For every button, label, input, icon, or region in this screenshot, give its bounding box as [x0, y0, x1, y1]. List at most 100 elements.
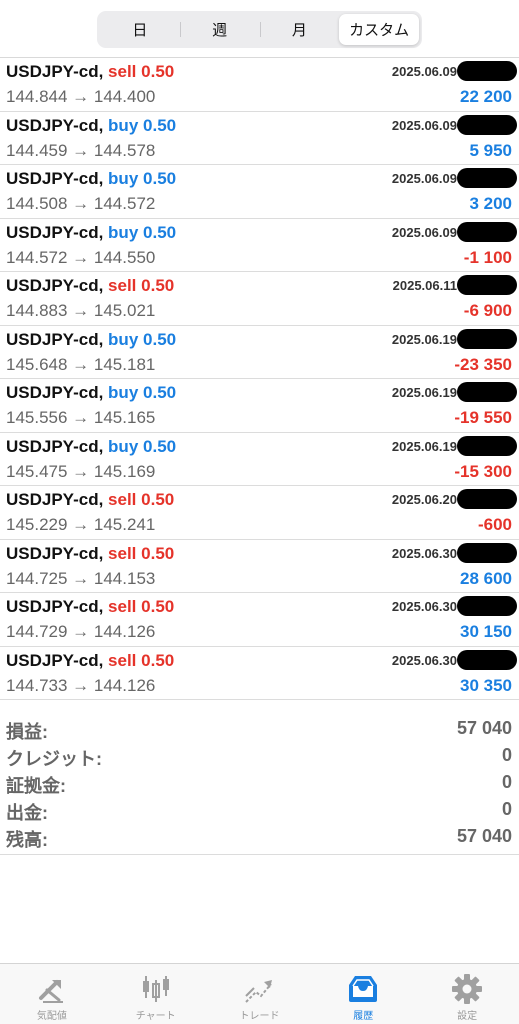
trade-symbol: USDJPY-cd, [6, 436, 104, 456]
redaction-mask [457, 275, 517, 295]
trade-prices: 144.459 → 144.578 [6, 140, 156, 160]
redaction-mask [457, 435, 517, 456]
trade-history-list: USDJPY-cd, sell 0.50 2025.06.09 144.844 → … [0, 58, 519, 700]
trade-title: USDJPY-cd, sell 0.50 [6, 276, 174, 296]
tab-quotes[interactable]: 気配値 [0, 964, 104, 1024]
trade-volume: 0.50 [143, 383, 177, 402]
trade-volume: 0.50 [141, 490, 175, 509]
trade-side: sell [108, 597, 137, 616]
redaction-mask [457, 489, 517, 509]
trade-row[interactable]: USDJPY-cd, sell 0.50 2025.06.09 144.844 → … [0, 58, 519, 112]
trade-date: 2025.06.09 [391, 171, 457, 186]
summary-row: 出金: 0 [0, 796, 519, 823]
trade-row[interactable]: USDJPY-cd, buy 0.50 2025.06.09 144.459 → 1… [0, 112, 519, 165]
segment-day[interactable]: 日 [100, 14, 180, 45]
tab-history[interactable]: 履歴 [311, 964, 415, 1024]
tab-chart[interactable]: チャート [104, 964, 208, 1024]
trade-volume: 0.50 [143, 329, 177, 349]
trade-symbol: USDJPY-cd, [6, 597, 104, 616]
trade-row[interactable]: USDJPY-cd, sell 0.50 2025.06.30 144.729 → … [0, 593, 519, 647]
trade-date: 2025.06.19 [391, 438, 457, 454]
trade-symbol: USDJPY-cd, [6, 383, 104, 402]
redaction-mask [457, 61, 517, 81]
trade-prices: 144.883 → 145.021 [6, 301, 156, 320]
history-icon [349, 976, 378, 1002]
trade-profit: 5 950 [469, 140, 512, 160]
trade-title: USDJPY-cd, sell 0.50 [6, 651, 174, 671]
trade-profit: 30 350 [460, 675, 512, 695]
trade-icon [245, 980, 273, 1003]
trade-profit: -23 350 [454, 354, 512, 374]
trade-title: USDJPY-cd, buy 0.50 [6, 223, 176, 243]
tab-trade[interactable]: トレード [208, 964, 312, 1024]
summary-row: クレジット: 0 [0, 742, 519, 769]
trade-side: buy [108, 222, 139, 242]
trade-profit: 3 200 [469, 194, 512, 213]
summary-value: 0 [501, 745, 512, 765]
trade-profit: 30 150 [460, 622, 512, 641]
bottom-tab-bar: 気配値 チャート トレード 履歴 設定 [0, 963, 519, 1024]
redaction-mask [457, 221, 517, 242]
history-screen: 日 週 月 カスタム USDJPY-cd, sell 0.50 2025.06.0… [0, 0, 519, 1024]
trade-row[interactable]: USDJPY-cd, sell 0.50 2025.06.11 144.883 → … [0, 272, 519, 326]
redaction-mask [457, 328, 517, 349]
trade-row[interactable]: USDJPY-cd, buy 0.50 2025.06.09 144.508 → 1… [0, 165, 519, 219]
trade-prices: 144.725 → 144.153 [6, 568, 156, 588]
summary-row: 残高: 57 040 [0, 823, 519, 850]
trade-prices: 144.508 → 144.572 [6, 194, 156, 213]
trade-prices: 144.844 → 144.400 [6, 87, 156, 106]
trade-side: buy [108, 383, 139, 402]
summary-label: 証拠金: [6, 776, 66, 796]
trade-date: 2025.06.11 [392, 278, 457, 293]
summary-label: 出金: [6, 803, 48, 823]
trade-row[interactable]: USDJPY-cd, buy 0.50 2025.06.19 145.475 → 1… [0, 433, 519, 486]
trade-date: 2025.06.30 [391, 599, 457, 614]
trade-profit: 22 200 [460, 87, 512, 106]
trade-side: buy [108, 329, 139, 349]
trade-title: USDJPY-cd, buy 0.50 [6, 437, 176, 457]
trade-date: 2025.06.09 [391, 224, 457, 240]
tab-settings[interactable]: 設定 [415, 964, 519, 1024]
trade-date: 2025.06.19 [391, 385, 457, 400]
trade-row[interactable]: USDJPY-cd, buy 0.50 2025.06.19 145.556 → 1… [0, 379, 519, 433]
trade-symbol: USDJPY-cd, [6, 490, 104, 509]
trade-date: 2025.06.30 [391, 652, 457, 668]
segment-week[interactable]: 週 [179, 14, 260, 45]
redaction-mask [457, 596, 517, 616]
trade-title: USDJPY-cd, sell 0.50 [6, 597, 174, 617]
trade-profit: -1 100 [463, 247, 512, 267]
trade-profit: 28 600 [460, 568, 512, 588]
trade-side: sell [108, 543, 137, 563]
trade-title: USDJPY-cd, sell 0.50 [6, 62, 174, 82]
trade-volume: 0.50 [141, 276, 175, 295]
trade-side: buy [108, 115, 139, 135]
redaction-mask [457, 649, 517, 670]
trade-row[interactable]: USDJPY-cd, sell 0.50 2025.06.30 144.725 → … [0, 540, 519, 593]
trade-title: USDJPY-cd, buy 0.50 [6, 330, 176, 350]
account-summary: 損益: 57 040 クレジット: 0 証拠金: 0 出金: 0 残高: 57 040 [0, 715, 519, 855]
trade-symbol: USDJPY-cd, [6, 276, 104, 295]
tab-quotes-label: 気配値 [36, 1011, 67, 1022]
summary-row: 証拠金: 0 [0, 769, 519, 796]
trade-volume: 0.50 [143, 169, 177, 188]
trade-prices: 144.572 → 144.550 [6, 247, 156, 267]
trade-profit: -19 550 [454, 408, 512, 427]
trade-side: sell [108, 650, 137, 670]
trade-date: 2025.06.30 [391, 545, 457, 561]
trade-prices: 145.229 → 145.241 [6, 515, 156, 534]
trade-date: 2025.06.09 [391, 117, 457, 133]
trade-symbol: USDJPY-cd, [6, 650, 104, 670]
trade-row[interactable]: USDJPY-cd, buy 0.50 2025.06.09 144.572 → 1… [0, 219, 519, 272]
trade-row[interactable]: USDJPY-cd, sell 0.50 2025.06.20 145.229 → … [0, 486, 519, 540]
summary-label: 損益: [6, 722, 48, 742]
trade-prices: 144.729 → 144.126 [6, 622, 156, 641]
trade-prices: 145.475 → 145.169 [6, 461, 156, 481]
trade-row[interactable]: USDJPY-cd, buy 0.50 2025.06.19 145.648 → 1… [0, 326, 519, 379]
trade-symbol: USDJPY-cd, [6, 222, 104, 242]
summary-label: クレジット: [6, 749, 102, 769]
segment-custom[interactable]: カスタム [339, 14, 419, 45]
trade-row[interactable]: USDJPY-cd, sell 0.50 2025.06.30 144.733 → … [0, 647, 519, 700]
trade-volume: 0.50 [141, 62, 175, 81]
summary-label: 残高: [6, 830, 48, 850]
segment-month[interactable]: 月 [259, 14, 340, 45]
